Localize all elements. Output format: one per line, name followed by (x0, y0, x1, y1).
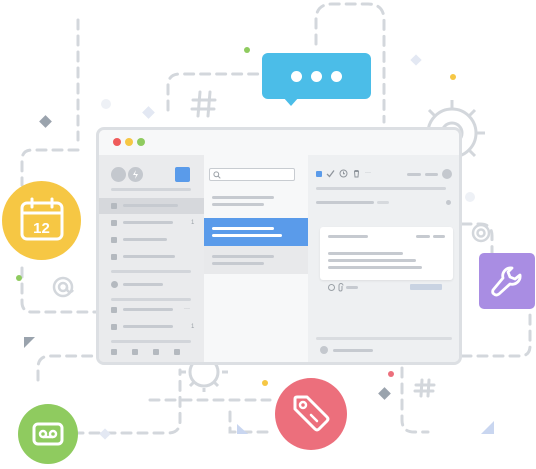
typing-dot (331, 71, 342, 82)
app-window: 1 ··· 1 ··· (96, 127, 462, 365)
compose-button[interactable] (175, 167, 190, 182)
search-input[interactable] (224, 170, 290, 179)
unread-count: 1 (191, 220, 195, 226)
tools-badge (479, 253, 535, 309)
clock-icon[interactable] (339, 169, 348, 178)
trash-icon[interactable] (352, 169, 361, 178)
message-item[interactable] (204, 190, 308, 218)
typing-dot (311, 71, 322, 82)
sidebar-item[interactable]: 1 (99, 215, 204, 231)
tag-badge (275, 378, 347, 450)
calendar-day: 12 (33, 220, 50, 237)
title-bar (99, 130, 459, 155)
unread-count: 1 (191, 324, 195, 330)
message-item-selected[interactable] (204, 218, 308, 246)
reply-icon[interactable] (328, 284, 335, 291)
label-icon[interactable] (316, 171, 322, 177)
email-card (320, 227, 453, 280)
sidebar-item-active[interactable] (99, 198, 204, 214)
more-icon[interactable]: ··· (184, 306, 190, 312)
footer-button[interactable] (153, 349, 159, 355)
sidebar: 1 ··· 1 (99, 155, 204, 362)
action-button[interactable] (410, 284, 442, 290)
footer-button[interactable] (174, 349, 180, 355)
footer-button[interactable] (111, 349, 117, 355)
calendar-badge: 12 (2, 181, 81, 260)
sidebar-item[interactable]: 1 (99, 319, 204, 335)
sidebar-item[interactable] (99, 277, 204, 293)
sidebar-item[interactable] (99, 249, 204, 265)
sidebar-item[interactable]: ··· (99, 302, 204, 318)
avatar[interactable] (442, 169, 452, 179)
chat-bubble-tail (283, 97, 299, 106)
message-item[interactable] (204, 246, 308, 274)
reading-pane: ··· (308, 155, 459, 362)
search-icon (213, 171, 221, 179)
voicemail-icon (32, 422, 64, 446)
tag-icon (293, 395, 330, 432)
minimize-button[interactable] (125, 138, 133, 146)
status-icon[interactable] (128, 167, 143, 182)
avatar[interactable] (111, 167, 126, 182)
footer-button[interactable] (132, 349, 138, 355)
search-field[interactable] (209, 168, 295, 181)
close-button[interactable] (113, 138, 121, 146)
voicemail-badge (18, 404, 78, 464)
more-icon[interactable]: ··· (365, 170, 371, 176)
sidebar-item[interactable] (99, 232, 204, 248)
chat-bubble-icon (262, 53, 371, 99)
attachment-icon[interactable] (337, 283, 345, 292)
message-list (204, 155, 308, 362)
check-icon[interactable] (326, 169, 335, 178)
wrench-icon (491, 266, 522, 297)
typing-dot (291, 71, 302, 82)
maximize-button[interactable] (137, 138, 145, 146)
